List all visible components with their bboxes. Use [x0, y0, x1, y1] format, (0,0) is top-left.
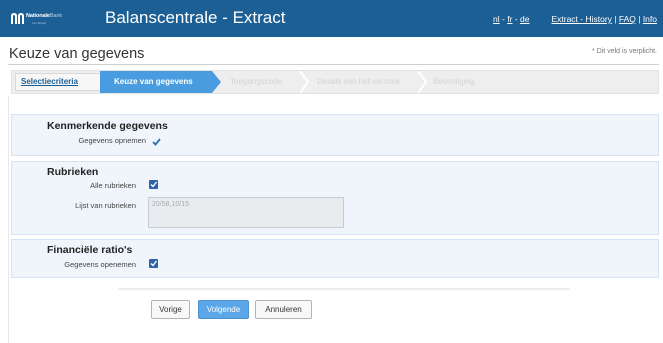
section-title: Financiële ratio's — [47, 244, 133, 256]
extract-history-link[interactable]: Extract - History — [551, 14, 611, 24]
next-button[interactable]: Volgende — [198, 300, 249, 319]
button-bar-divider — [118, 288, 570, 291]
wizard-step-keuze-van-gegevens: Keuze van gegevens — [100, 71, 212, 93]
cancel-button[interactable]: Annuleren — [255, 300, 312, 319]
page-title: Keuze van gegevens — [9, 46, 145, 62]
logo-subtitle: van België — [32, 21, 47, 25]
ratios-checkbox[interactable] — [149, 259, 158, 268]
link-separator: | — [635, 14, 643, 24]
section-rubrieken: Rubrieken Alle rubrieken Lijst van rubri… — [11, 161, 659, 235]
lijst-van-rubrieken-label: Lijst van rubrieken — [75, 201, 136, 210]
checkbox-check-icon — [150, 181, 158, 188]
step-chevron-icon — [417, 71, 428, 93]
lang-de-link[interactable]: de — [520, 14, 529, 24]
content-left-border — [8, 96, 9, 343]
section-title: Rubrieken — [47, 166, 99, 178]
faq-link[interactable]: FAQ — [619, 14, 636, 24]
lang-separator: - — [512, 14, 520, 24]
lang-nl-link[interactable]: nl — [493, 14, 500, 24]
active-step-arrow — [212, 71, 221, 93]
wizard-steps: Selectiecriteria Keuze van gegevens Toeg… — [11, 70, 659, 94]
wizard-step-selectiecriteria[interactable]: Selectiecriteria — [15, 73, 101, 91]
lijst-van-rubrieken-textarea[interactable]: 20/58,10/15 — [148, 197, 344, 228]
section-financiele-ratios: Financiële ratio's Gegevens openemen — [11, 239, 659, 278]
top-header-bar: NationaleBank van België Balanscentrale … — [0, 0, 663, 37]
logo-wordmark: NationaleBank — [26, 13, 62, 19]
link-separator: | — [611, 14, 619, 24]
header-links: nl - fr - de Extract - History | FAQ | In… — [493, 14, 657, 24]
wizard-step-toegangscode: Toegangscode — [230, 77, 283, 86]
nbb-logo-icon — [11, 13, 24, 24]
section-kenmerkende-gegevens: Kenmerkende gegevens Gegevens opnemen — [11, 114, 659, 156]
alle-rubrieken-checkbox[interactable] — [149, 180, 158, 189]
info-link[interactable]: Info — [643, 14, 657, 24]
checkmark-icon — [152, 138, 161, 146]
section-title: Kenmerkende gegevens — [47, 120, 168, 132]
checkbox-check-icon — [150, 260, 158, 267]
step-chevron-icon — [299, 71, 310, 93]
nbb-logo[interactable]: NationaleBank van België — [10, 12, 78, 26]
wizard-step-bevestiging: Bevestiging — [433, 77, 475, 86]
required-field-note: * Dit veld is verplicht. — [592, 48, 657, 55]
gegevens-openemen-label: Gegevens openemen — [64, 260, 136, 269]
alle-rubrieken-label: Alle rubrieken — [90, 181, 136, 190]
previous-button[interactable]: Vorige — [151, 300, 190, 319]
gegevens-opnemen-label: Gegevens opnemen — [78, 136, 146, 145]
wizard-step-details-van-het-verzoek: Details van het verzoek — [317, 77, 401, 86]
title-divider — [8, 64, 659, 65]
app-title: Balanscentrale - Extract — [105, 8, 286, 27]
